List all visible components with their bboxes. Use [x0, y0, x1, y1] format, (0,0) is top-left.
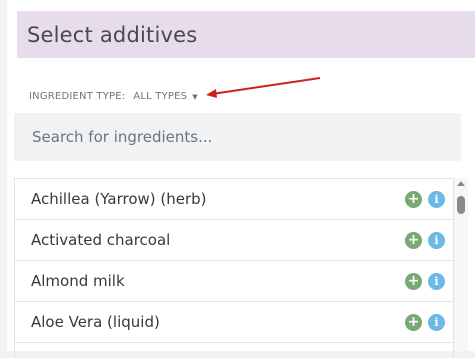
add-icon[interactable]: +: [405, 272, 422, 290]
add-icon[interactable]: +: [405, 190, 422, 208]
ingredient-name: Achillea (Yarrow) (herb): [31, 190, 207, 208]
list-item[interactable]: Aloe Vera (liquid) + i: [15, 302, 453, 343]
search-box: [14, 113, 461, 161]
add-icon[interactable]: +: [405, 231, 422, 249]
filter-label: INGREDIENT TYPE:: [29, 90, 126, 102]
ingredient-type-filter: INGREDIENT TYPE: ALL TYPES ▼: [29, 88, 198, 104]
page-title: Select additives: [27, 22, 198, 47]
item-actions: + i: [405, 313, 445, 331]
info-icon[interactable]: i: [428, 231, 445, 249]
scroll-up-arrow-icon[interactable]: [457, 181, 465, 186]
info-icon[interactable]: i: [428, 313, 445, 331]
caret-down-icon: ▼: [192, 92, 198, 101]
item-actions: + i: [405, 272, 445, 290]
add-icon[interactable]: +: [405, 313, 422, 331]
list-scrollbar[interactable]: [454, 178, 468, 351]
panel-header: Select additives: [17, 11, 475, 58]
item-actions: + i: [405, 231, 445, 249]
list-item[interactable]: Achillea (Yarrow) (herb) + i: [15, 179, 453, 220]
ingredient-name: Almond milk: [31, 272, 125, 290]
info-icon[interactable]: i: [428, 190, 445, 208]
list-item[interactable]: Almond milk + i: [15, 261, 453, 302]
scrollbar-thumb[interactable]: [457, 196, 465, 214]
item-actions: + i: [405, 190, 445, 208]
list-item[interactable]: Activated charcoal + i: [15, 220, 453, 261]
ingredient-name: Activated charcoal: [31, 231, 171, 249]
dropdown-value: ALL TYPES: [133, 90, 188, 102]
ingredient-list: Achillea (Yarrow) (herb) + i Activated c…: [14, 178, 454, 358]
ingredient-name: Aloe Vera (liquid): [31, 313, 160, 331]
info-icon[interactable]: i: [428, 272, 445, 290]
search-input[interactable]: [32, 113, 461, 161]
ingredient-type-dropdown[interactable]: ALL TYPES ▼: [133, 91, 197, 102]
